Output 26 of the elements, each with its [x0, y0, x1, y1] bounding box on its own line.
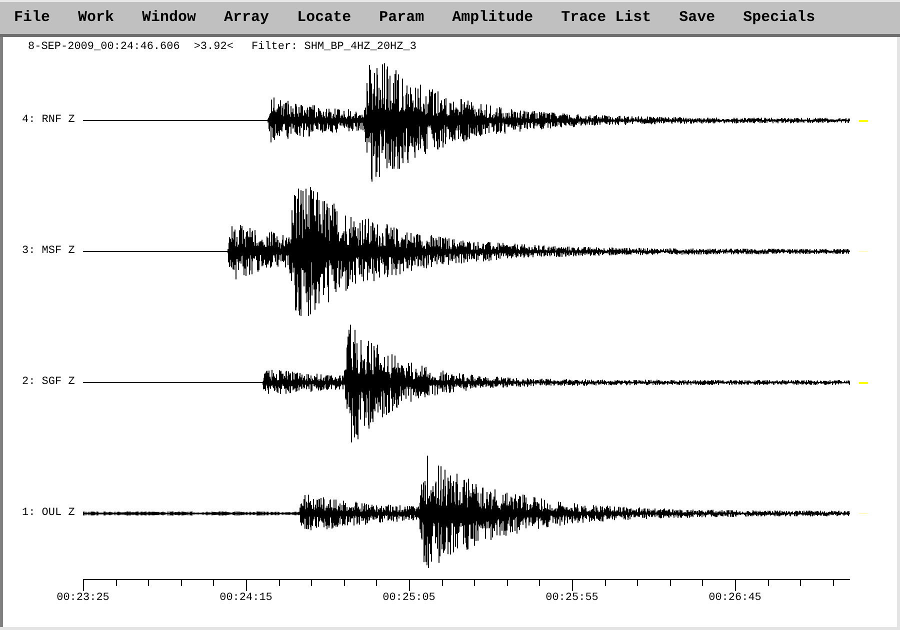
- menu-item[interactable]: Work: [64, 6, 128, 30]
- trace-label: 1: OUL Z: [21, 506, 76, 522]
- trace-marker[interactable]: [859, 251, 868, 252]
- menu-item[interactable]: File: [0, 6, 64, 30]
- menu-item[interactable]: Locate: [283, 6, 366, 30]
- trace-marker[interactable]: [859, 382, 868, 384]
- time-tick-label: 00:24:15: [220, 591, 272, 606]
- trace-marker[interactable]: [859, 120, 868, 122]
- menu-item[interactable]: Amplitude: [438, 6, 548, 30]
- trace-label: 2: SGF Z: [21, 375, 76, 390]
- menu-item[interactable]: Window: [128, 6, 210, 30]
- menu-item[interactable]: Specials: [729, 6, 830, 30]
- event-timestamp: 8-SEP-2009_00:24:46.606: [28, 40, 180, 54]
- time-tick-label: 00:25:55: [546, 591, 598, 606]
- time-tick-label: 00:25:05: [382, 591, 436, 606]
- time-tick-label: 00:23:25: [56, 591, 110, 606]
- menu-item[interactable]: Array: [210, 6, 284, 30]
- trace-label: 3: MSF Z: [21, 244, 76, 260]
- menu-item[interactable]: Param: [365, 6, 438, 30]
- menu-item[interactable]: Trace List: [547, 6, 666, 30]
- trace-marker[interactable]: [859, 513, 868, 514]
- menu-item[interactable]: Save: [665, 6, 730, 30]
- amplitude-scale: >3.92<: [194, 40, 234, 54]
- time-tick-label: 00:26:45: [708, 591, 762, 606]
- trace-label: 4: RNF Z: [21, 113, 76, 128]
- filter-label: Filter: SHM_BP_4HZ_20HZ_3: [251, 40, 416, 54]
